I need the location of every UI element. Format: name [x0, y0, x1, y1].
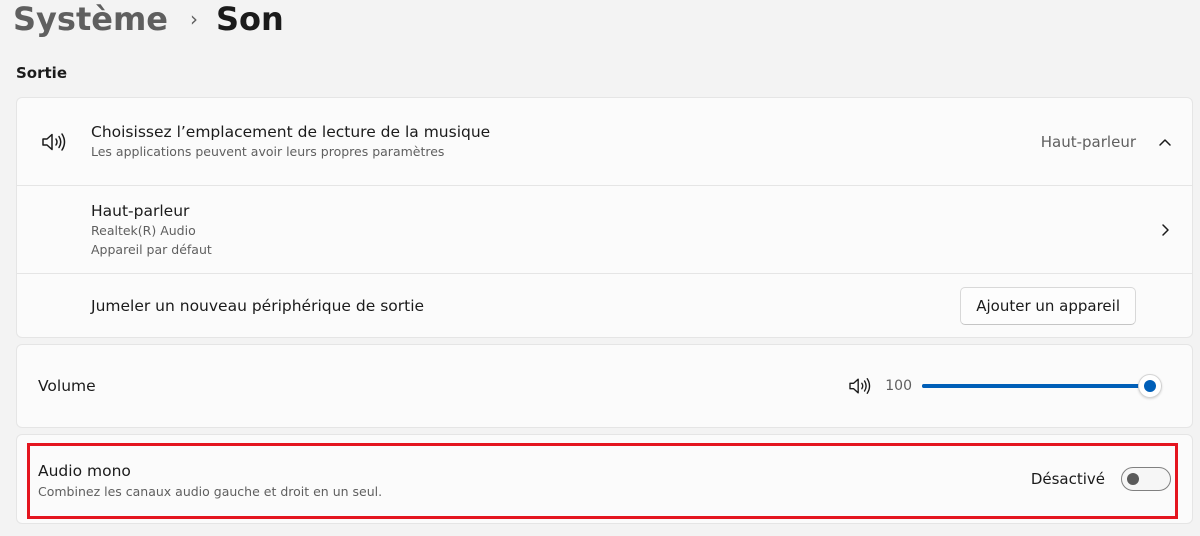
- pair-device-text: Jumeler un nouveau périphérique de sorti…: [91, 296, 424, 316]
- mono-audio-card: Audio mono Combinez les canaux audio gau…: [16, 434, 1193, 524]
- output-location-row[interactable]: Choisissez l’emplacement de lecture de l…: [17, 98, 1192, 185]
- mono-audio-subtitle: Combinez les canaux audio gauche et droi…: [38, 484, 383, 499]
- speaker-device-driver: Realtek(R) Audio: [91, 222, 196, 238]
- volume-label: Volume: [38, 377, 96, 395]
- output-card: Choisissez l’emplacement de lecture de l…: [16, 97, 1193, 338]
- breadcrumb-separator: ›: [190, 7, 198, 31]
- output-location-title: Choisissez l’emplacement de lecture de l…: [91, 123, 491, 141]
- volume-controls: 100: [847, 371, 1172, 401]
- output-location-subtitle: Les applications peuvent avoir leurs pro…: [91, 144, 445, 159]
- speaker-icon[interactable]: [847, 376, 873, 396]
- pair-device-right: Ajouter un appareil: [960, 287, 1176, 325]
- mono-audio-toggle[interactable]: [1121, 467, 1171, 491]
- breadcrumb: Système › Son: [13, 0, 284, 38]
- pair-device-title: Jumeler un nouveau périphérique de sorti…: [91, 297, 425, 315]
- mono-audio-text: Audio mono Combinez les canaux audio gau…: [38, 460, 382, 502]
- volume-slider[interactable]: [922, 371, 1172, 401]
- output-location-value: Haut-parleur: [1040, 132, 1136, 151]
- chevron-right-icon[interactable]: [1154, 219, 1176, 241]
- page-title: Son: [216, 0, 284, 38]
- speaker-device-default: Appareil par défaut: [91, 241, 212, 257]
- output-location-right: Haut-parleur: [1041, 131, 1176, 153]
- mono-audio-control: Désactivé: [1031, 467, 1171, 491]
- volume-slider-thumb-dot: [1144, 380, 1156, 392]
- pair-device-row: Jumeler un nouveau périphérique de sorti…: [17, 273, 1192, 338]
- speaker-device-right: [1154, 219, 1176, 241]
- speaker-device-text: Haut-parleur Realtek(R) Audio Appareil p…: [91, 201, 212, 259]
- section-title-sortie: Sortie: [16, 64, 67, 82]
- chevron-up-icon[interactable]: [1154, 131, 1176, 153]
- breadcrumb-systeme[interactable]: Système: [13, 0, 168, 38]
- mono-audio-toggle-knob: [1127, 473, 1139, 485]
- speaker-device-title: Haut-parleur: [91, 201, 190, 220]
- output-location-text: Choisissez l’emplacement de lecture de l…: [91, 122, 490, 161]
- speaker-device-row[interactable]: Haut-parleur Realtek(R) Audio Appareil p…: [17, 185, 1192, 273]
- mono-audio-state-label: Désactivé: [1030, 470, 1105, 488]
- volume-card: Volume 100: [16, 344, 1193, 428]
- volume-value: 100: [885, 378, 912, 394]
- add-device-button[interactable]: Ajouter un appareil: [960, 287, 1136, 325]
- volume-slider-fill: [922, 384, 1150, 388]
- mono-audio-title: Audio mono: [38, 462, 131, 480]
- volume-slider-thumb[interactable]: [1138, 374, 1162, 398]
- speaker-icon: [39, 127, 69, 157]
